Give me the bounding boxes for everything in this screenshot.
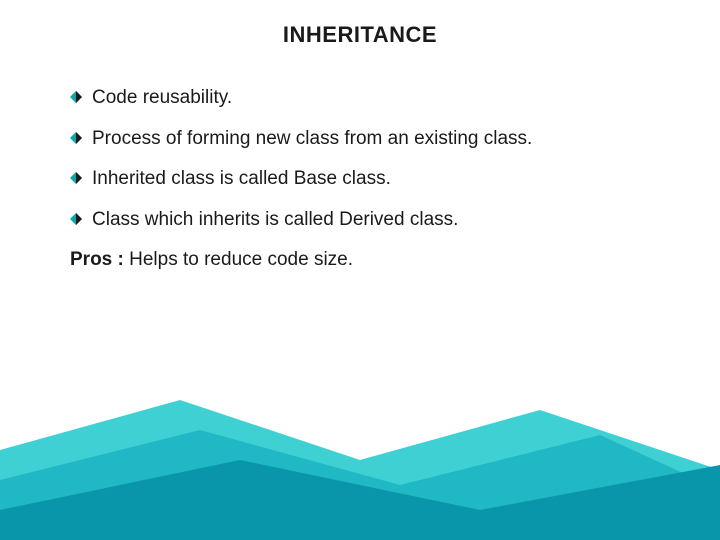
slide-content: Code reusability. Process of forming new… <box>70 86 680 271</box>
bullet-icon <box>70 132 82 144</box>
list-item: Inherited class is called Base class. <box>70 167 680 192</box>
pros-label: Pros : <box>70 249 129 270</box>
pros-text: Helps to reduce code size. <box>129 249 353 270</box>
footer-decoration <box>0 390 720 540</box>
bullet-text: Class which inherits is called Derived c… <box>92 208 680 233</box>
slide-title: INHERITANCE <box>0 22 720 48</box>
bullet-text: Inherited class is called Base class. <box>92 167 680 192</box>
list-item: Class which inherits is called Derived c… <box>70 208 680 233</box>
bullet-icon <box>70 91 82 103</box>
bullet-text: Process of forming new class from an exi… <box>92 127 680 152</box>
slide: INHERITANCE Code reusability. Process of… <box>0 0 720 540</box>
bullet-icon <box>70 172 82 184</box>
list-item: Process of forming new class from an exi… <box>70 127 680 152</box>
pros-line: Pros : Helps to reduce code size. <box>70 249 680 271</box>
bullet-icon <box>70 213 82 225</box>
list-item: Code reusability. <box>70 86 680 111</box>
bullet-text: Code reusability. <box>92 86 680 111</box>
